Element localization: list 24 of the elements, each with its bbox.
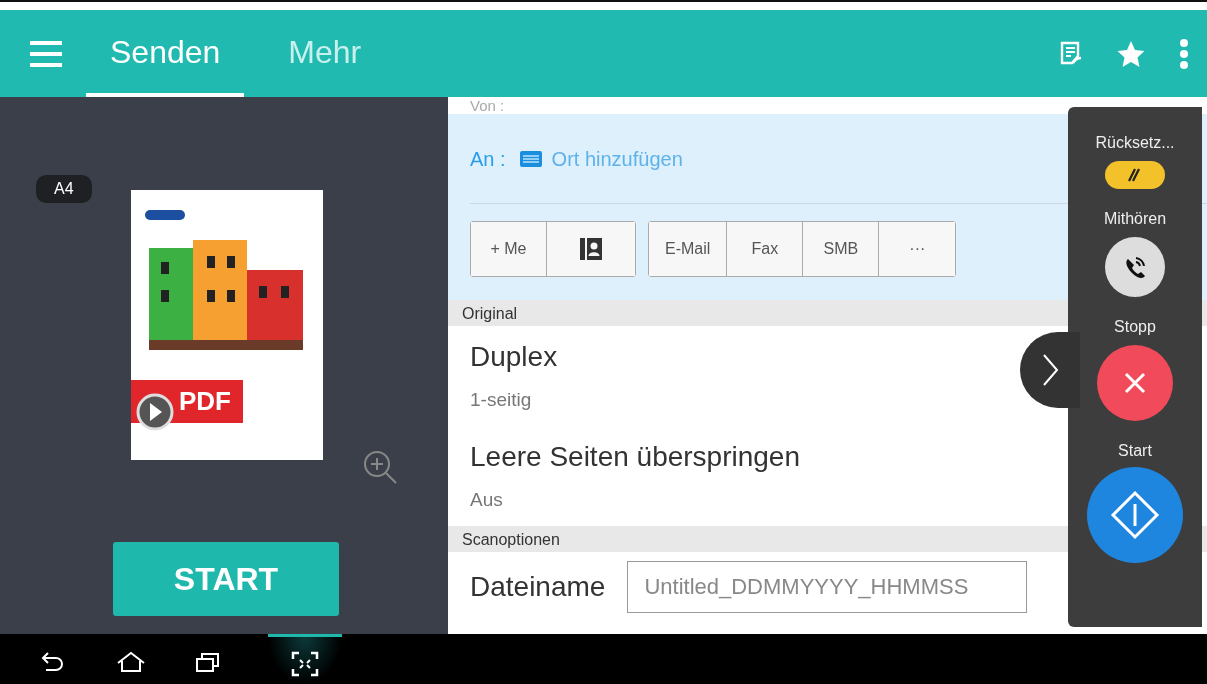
field-label: Dateiname	[470, 570, 606, 604]
to-label: An :	[470, 146, 506, 172]
setting-value: Aus	[470, 488, 504, 512]
scan-icon	[290, 649, 320, 678]
action-label: Mithören	[1103, 209, 1167, 229]
recipient-button[interactable]: E-Mail	[649, 222, 728, 276]
listen-button[interactable]	[1105, 237, 1165, 297]
close-icon	[1123, 371, 1147, 395]
list-icon	[519, 150, 542, 167]
star-icon[interactable]	[1117, 39, 1145, 68]
setting-value: 1-seitig	[470, 388, 533, 412]
from-label: Von :	[470, 97, 505, 114]
recipient-button[interactable]: + Me	[471, 222, 547, 276]
chevron-right-icon	[1041, 353, 1059, 387]
diamond-icon	[1110, 490, 1160, 540]
action-label: Start	[1118, 441, 1152, 461]
play-icon[interactable]	[135, 392, 175, 432]
action-label: Rücksetz...	[1095, 133, 1175, 153]
reset-button[interactable]	[1105, 161, 1165, 189]
setting-title[interactable]: Leere Seiten überspringen	[470, 436, 800, 478]
contact-book-icon	[580, 238, 602, 260]
filename-field[interactable]: Untitled_DDMMYYYY_HHMMSS	[627, 561, 1028, 613]
paper-size-label: A4	[36, 175, 92, 203]
setting-title[interactable]: Duplex	[470, 336, 558, 378]
